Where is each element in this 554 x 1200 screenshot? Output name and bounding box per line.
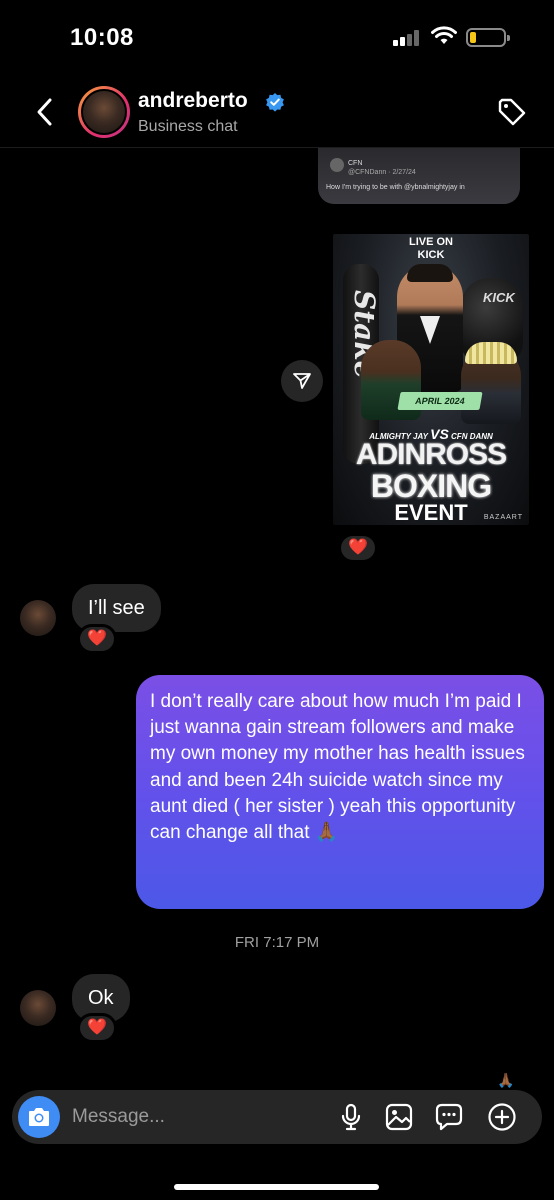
heart-reaction[interactable]: ❤️ <box>338 533 378 563</box>
poster-title-1: ADINROSS <box>355 438 507 471</box>
poster-platform-text: KICK <box>483 290 515 305</box>
verified-badge-icon <box>266 93 284 112</box>
heart-reaction[interactable]: ❤️ <box>77 1013 117 1043</box>
status-time: 10:08 <box>70 24 134 51</box>
share-button[interactable] <box>281 360 323 402</box>
message-timestamp: FRI 7:17 PM <box>234 934 320 951</box>
chat-username[interactable]: andreberto <box>138 89 248 113</box>
status-bar: 10:08 <box>0 0 554 76</box>
camera-button[interactable] <box>18 1096 60 1138</box>
microphone-icon[interactable] <box>336 1102 366 1132</box>
message-input[interactable] <box>72 1090 322 1144</box>
chat-header: andreberto Business chat <box>0 76 554 148</box>
shared-post-avatar <box>330 158 344 172</box>
poster-fighter-right-figure <box>461 342 521 424</box>
chat-subtitle: Business chat <box>138 118 238 135</box>
event-poster-image[interactable]: Stake KICK LIVE ON KICK APRIL 2024 ALMIG… <box>333 234 529 525</box>
shared-post-handle: CFN <box>348 160 363 167</box>
sender-avatar[interactable] <box>20 990 56 1026</box>
home-indicator <box>174 1184 379 1190</box>
shared-post-preview[interactable]: CFN @CFNDann · 2/27/24 How I'm trying to… <box>318 148 520 204</box>
poster-title-2: BOXING <box>370 468 492 504</box>
wifi-icon <box>431 26 457 44</box>
tag-icon[interactable] <box>496 96 528 128</box>
poster-live-text: LIVE ON KICK <box>408 236 453 261</box>
poster-watermark: BAZAART <box>483 514 523 521</box>
message-composer <box>12 1090 542 1144</box>
back-chevron-icon[interactable] <box>30 95 60 129</box>
gallery-icon[interactable] <box>384 1102 414 1132</box>
shared-post-meta: @CFNDann · 2/27/24 <box>348 169 416 176</box>
praying-hands-emoji: 🙏🏾 <box>497 1072 515 1088</box>
camera-icon <box>29 1108 49 1126</box>
battery-icon <box>466 28 510 47</box>
send-icon <box>293 373 311 389</box>
outgoing-message[interactable]: I don’t really care about how much I’m p… <box>136 675 544 909</box>
heart-reaction[interactable]: ❤️ <box>77 624 117 654</box>
shared-post-caption: How I'm trying to be with @ybnalmightyja… <box>326 184 465 191</box>
outgoing-message-text: I don’t really care about how much I’m p… <box>150 691 525 844</box>
poster-date: APRIL 2024 <box>397 392 483 410</box>
cellular-signal-icon <box>393 30 425 46</box>
sender-avatar[interactable] <box>20 600 56 636</box>
profile-avatar[interactable] <box>78 86 130 138</box>
sticker-icon[interactable] <box>434 1102 464 1132</box>
plus-icon[interactable] <box>487 1102 517 1132</box>
